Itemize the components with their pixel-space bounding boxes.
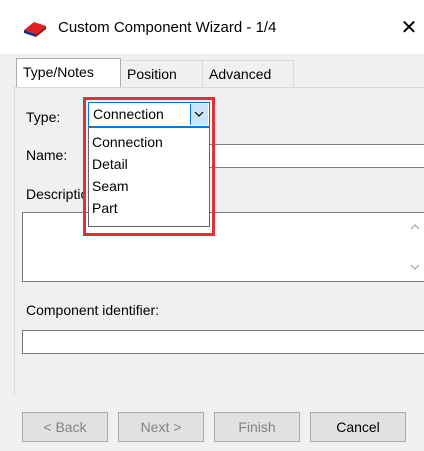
title-bar: Custom Component Wizard - 1/4 ✕: [0, 0, 424, 54]
tab-position[interactable]: Position: [120, 60, 203, 86]
name-input[interactable]: [200, 144, 424, 168]
type-option-connection[interactable]: Connection: [91, 131, 163, 153]
description-textarea[interactable]: [22, 212, 424, 282]
window-title: Custom Component Wizard - 1/4: [58, 19, 277, 36]
close-button[interactable]: ✕: [394, 12, 424, 44]
custom-component-wizard-window: Custom Component Wizard - 1/4 ✕ Type/Not…: [0, 0, 424, 451]
description-label: Description:: [26, 186, 86, 202]
scroll-up-icon[interactable]: [408, 221, 422, 235]
finish-button[interactable]: Finish: [214, 412, 300, 442]
tab-type-notes[interactable]: Type/Notes: [16, 58, 121, 87]
type-option-seam[interactable]: Seam: [91, 175, 129, 197]
type-option-part[interactable]: Part: [91, 197, 118, 219]
dropdown-arrow-button[interactable]: [190, 104, 208, 125]
name-label: Name:: [26, 147, 68, 163]
component-identifier-label: Component identifier:: [26, 302, 160, 318]
cancel-button[interactable]: Cancel: [310, 412, 406, 442]
next-button[interactable]: Next >: [118, 412, 204, 442]
type-select[interactable]: Connection: [88, 102, 210, 127]
app-icon: [22, 20, 48, 38]
type-options-list: Connection Detail Seam Part: [88, 127, 210, 227]
type-option-detail[interactable]: Detail: [91, 153, 128, 175]
type-select-value: Connection: [93, 106, 164, 122]
type-label: Type:: [26, 109, 61, 125]
component-identifier-input[interactable]: [22, 330, 424, 354]
tab-advanced[interactable]: Advanced: [202, 60, 294, 86]
description-scrollbar[interactable]: [406, 213, 424, 281]
chevron-down-icon: [194, 111, 204, 117]
close-icon: ✕: [400, 17, 418, 39]
back-button[interactable]: < Back: [22, 412, 108, 442]
scroll-down-icon[interactable]: [408, 261, 422, 275]
